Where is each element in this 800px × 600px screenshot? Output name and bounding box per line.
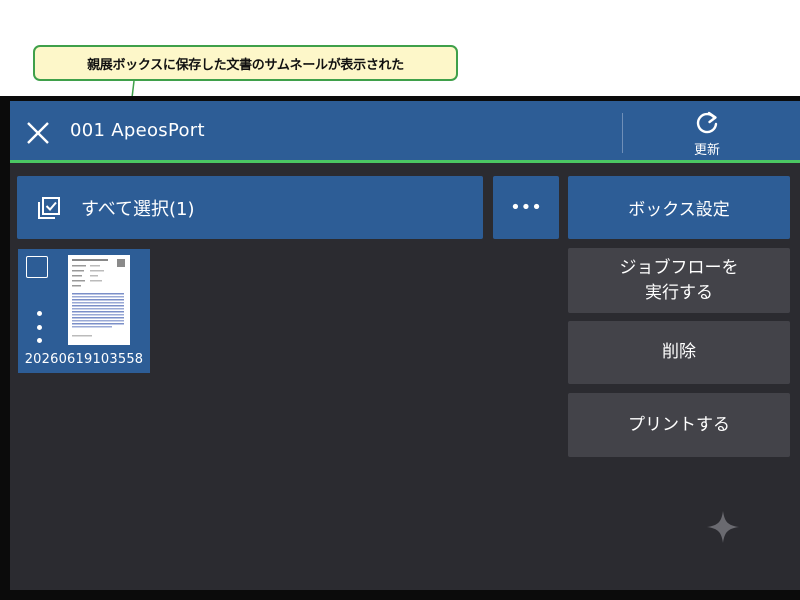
header-bar: 001 ApeosPort 更新 xyxy=(10,101,800,163)
page-title: 001 ApeosPort xyxy=(70,120,205,141)
close-icon xyxy=(27,122,49,144)
refresh-label: 更新 xyxy=(693,143,720,158)
callout-text: 親展ボックスに保存した文書のサムネールが表示された xyxy=(87,57,404,73)
document-preview-image xyxy=(72,259,125,337)
document-thumbnail[interactable] xyxy=(68,255,130,345)
screen: 001 ApeosPort 更新 すべて選択(1) ••• ボックス設定 ジョブ… xyxy=(10,101,800,590)
document-tile[interactable]: 20260619103558 xyxy=(18,249,150,373)
refresh-button[interactable]: 更新 xyxy=(670,109,744,159)
delete-button[interactable]: 削除 xyxy=(568,321,790,384)
document-name: 20260619103558 xyxy=(24,352,144,367)
header-divider xyxy=(622,113,623,153)
print-button[interactable]: プリントする xyxy=(568,393,790,457)
select-all-label: すべて選択(1) xyxy=(81,198,195,220)
refresh-icon xyxy=(696,111,718,134)
annotation-callout: 親展ボックスに保存した文書のサムネールが表示された xyxy=(33,45,458,81)
more-options-button[interactable]: ••• xyxy=(493,176,559,239)
box-settings-button[interactable]: ボックス設定 xyxy=(568,176,790,239)
more-dots-icon: ••• xyxy=(510,197,542,218)
close-button[interactable] xyxy=(22,117,54,149)
document-menu-icon[interactable] xyxy=(35,311,43,343)
device-frame: 001 ApeosPort 更新 すべて選択(1) ••• ボックス設定 ジョブ… xyxy=(0,96,800,600)
sparkle-icon[interactable] xyxy=(706,510,740,544)
document-checkbox[interactable] xyxy=(26,256,48,278)
run-job-flow-button[interactable]: ジョブフローを 実行する xyxy=(568,248,790,313)
select-all-button[interactable]: すべて選択(1) xyxy=(17,176,483,239)
select-all-icon xyxy=(38,196,60,219)
